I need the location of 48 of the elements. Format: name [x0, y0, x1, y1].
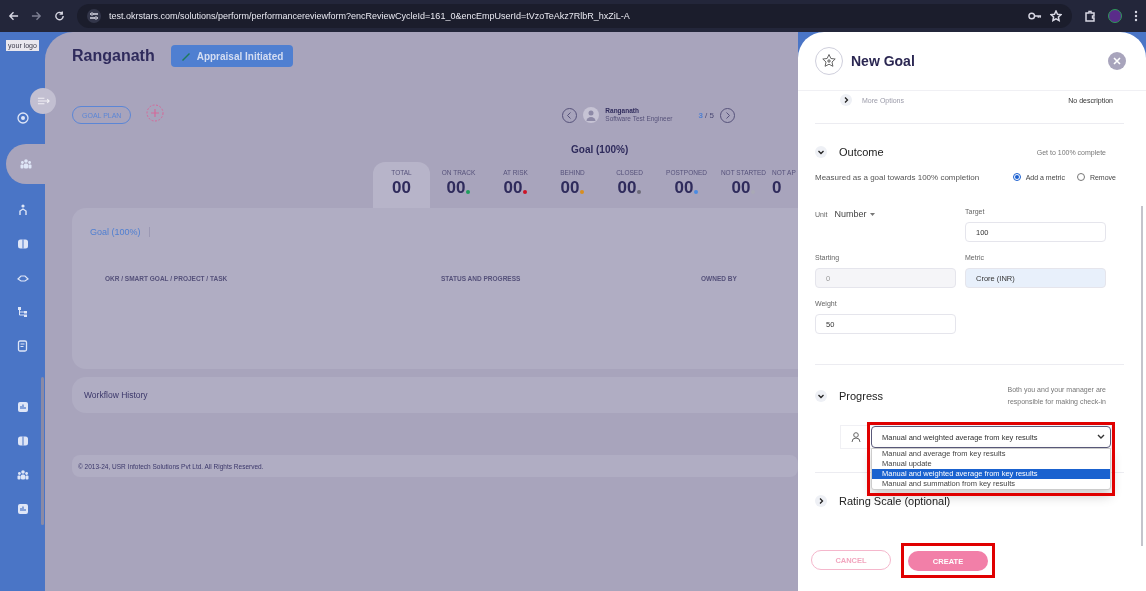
- section-title: Outcome: [839, 146, 885, 158]
- next-icon[interactable]: [720, 107, 735, 123]
- reload-icon[interactable]: [54, 10, 65, 22]
- hierarchy-icon: [17, 306, 29, 318]
- chevron-down-icon[interactable]: [815, 390, 827, 402]
- person-icon: [851, 432, 861, 442]
- chevron-down-icon: [1097, 434, 1105, 440]
- star-icon: [821, 53, 837, 69]
- employee-name: Ranganath: [72, 47, 155, 65]
- section-title: Progress: [839, 390, 885, 402]
- menu-icon[interactable]: [1134, 10, 1138, 22]
- back-icon[interactable]: [8, 10, 19, 22]
- star-icon[interactable]: [1050, 10, 1062, 22]
- scrollbar[interactable]: [1141, 206, 1143, 546]
- caret-icon: [870, 212, 876, 216]
- team-icon: [19, 158, 32, 170]
- chevron-right-icon[interactable]: [815, 495, 827, 507]
- description-text: Measured as a goal towards 100% completion: [815, 172, 981, 182]
- close-icon: [1112, 56, 1122, 66]
- unit-dropdown[interactable]: Number: [834, 209, 876, 219]
- site-settings-icon[interactable]: [87, 9, 101, 23]
- avatar-icon: [583, 107, 600, 123]
- avatar-icon[interactable]: [1108, 9, 1122, 23]
- forward-icon[interactable]: [31, 10, 42, 22]
- target-icon: [17, 112, 29, 124]
- extension-icon[interactable]: [1084, 10, 1096, 22]
- section-title[interactable]: Rating Scale (optional): [839, 495, 1124, 507]
- chevron-right-icon[interactable]: [840, 94, 852, 106]
- chart-icon: [17, 503, 29, 515]
- collapse-button[interactable]: [30, 88, 56, 114]
- chart-icon: [17, 401, 29, 413]
- pen-icon: [180, 50, 191, 62]
- workflow-history-card[interactable]: Workflow History: [72, 377, 798, 413]
- person-icon: [17, 204, 29, 216]
- book-icon: [17, 238, 29, 250]
- dialog-title: New Goal: [851, 53, 916, 69]
- close-button[interactable]: [1108, 52, 1126, 70]
- summary-title: Goal (100%): [571, 144, 629, 155]
- chevron-down-icon[interactable]: [815, 146, 827, 158]
- team-icon: [17, 469, 29, 481]
- page-counter: 3 / 5: [698, 110, 714, 120]
- previous-icon[interactable]: [562, 107, 578, 123]
- book-icon: [17, 435, 29, 447]
- expand-icon: [36, 96, 50, 106]
- scrollbar[interactable]: [41, 377, 44, 525]
- note-icon: [17, 340, 29, 352]
- key-icon[interactable]: [1028, 10, 1042, 22]
- sidebar-item[interactable]: [6, 144, 45, 184]
